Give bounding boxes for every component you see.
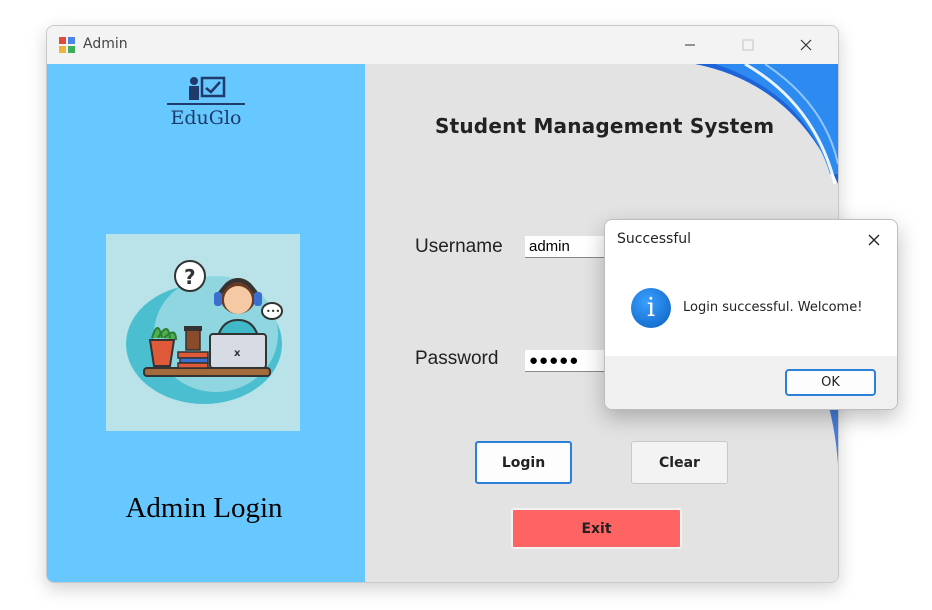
clear-button[interactable]: Clear: [631, 441, 728, 484]
username-label: Username: [415, 236, 503, 257]
student-headset-laptop-illustration: ? ••• x: [106, 234, 300, 431]
dialog-title: Successful: [617, 231, 692, 247]
dialog-message: Login successful. Welcome!: [683, 300, 863, 315]
svg-text:x: x: [234, 348, 241, 359]
maximize-button[interactable]: [725, 26, 771, 64]
minimize-icon: [685, 44, 695, 46]
dialog-body: i Login successful. Welcome!: [605, 258, 897, 356]
svg-text:?: ?: [184, 265, 196, 289]
login-button[interactable]: Login: [475, 441, 572, 484]
dialog-close-button[interactable]: [859, 226, 889, 254]
svg-text:•••: •••: [266, 307, 280, 316]
exit-button[interactable]: Exit: [511, 508, 682, 549]
system-title: Student Management System: [435, 114, 775, 138]
maximize-icon: [742, 39, 754, 51]
info-icon: i: [631, 288, 671, 328]
window-title: Admin: [83, 36, 128, 52]
password-label: Password: [415, 348, 499, 369]
close-icon: [868, 234, 880, 246]
close-button[interactable]: [783, 26, 829, 64]
minimize-button[interactable]: [667, 26, 713, 64]
title-bar[interactable]: Admin: [47, 26, 838, 64]
logo-underline: [167, 103, 245, 105]
ok-button[interactable]: OK: [785, 369, 876, 396]
left-panel: EduGlo ? ••• x Admin Login: [47, 64, 365, 582]
teacher-board-icon: [189, 76, 226, 100]
dialog-footer: OK: [605, 356, 897, 409]
logo-text: EduGlo: [170, 107, 242, 129]
close-icon: [800, 39, 812, 51]
app-window-icon: [59, 37, 75, 53]
admin-login-heading: Admin Login: [125, 492, 283, 524]
success-dialog: Successful i Login successful. Welcome! …: [604, 219, 898, 410]
